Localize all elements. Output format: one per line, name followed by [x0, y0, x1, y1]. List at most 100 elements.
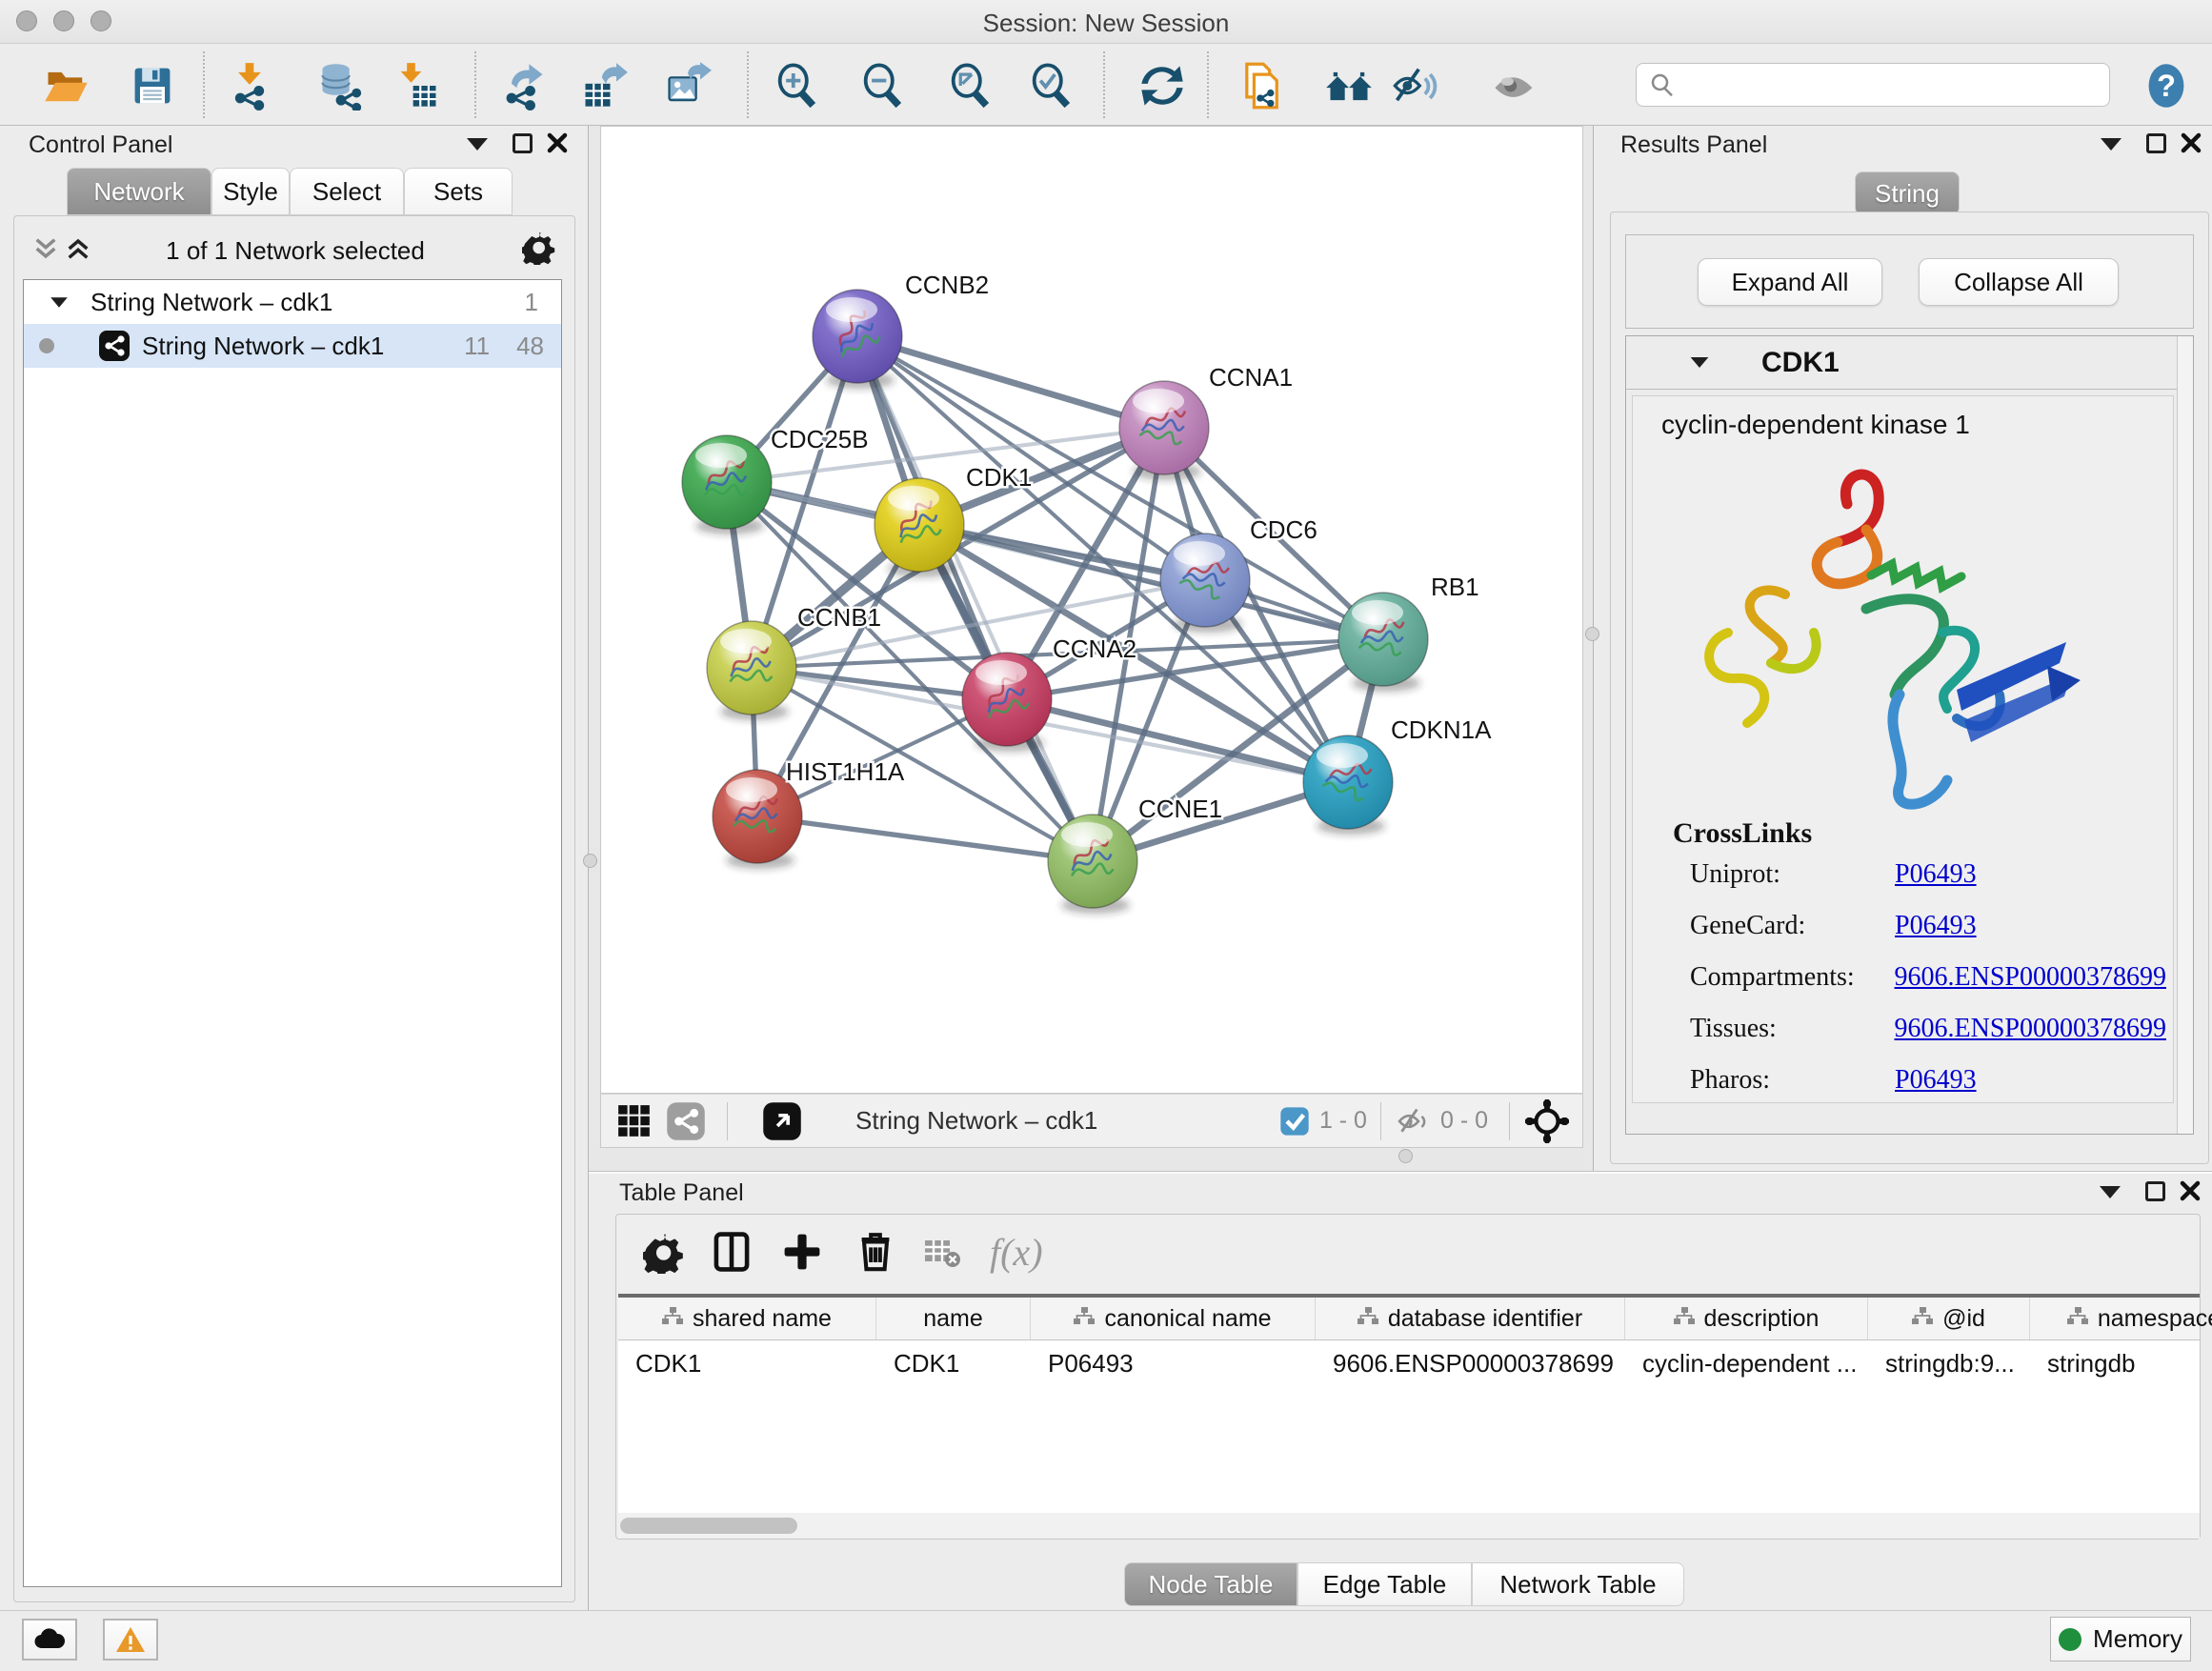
network-edge[interactable]: [757, 816, 1093, 861]
delete-table-icon[interactable]: [923, 1236, 961, 1270]
column-header-name[interactable]: name: [876, 1298, 1031, 1339]
column-header-description[interactable]: description: [1625, 1298, 1868, 1339]
left-divider-handle[interactable]: [583, 854, 597, 868]
crosslink-value-link[interactable]: P06493: [1895, 1065, 1977, 1096]
group-expander-icon[interactable]: [1691, 357, 1709, 368]
table-row[interactable]: CDK1CDK1P064939606.ENSP00000378699cyclin…: [618, 1340, 2200, 1386]
table-cell[interactable]: stringdb:9...: [1868, 1340, 2030, 1386]
group-header[interactable]: CDK1: [1626, 336, 2193, 390]
network-row-selected[interactable]: String Network – cdk1 11 48: [24, 324, 561, 368]
copy-network-icon[interactable]: [1237, 61, 1286, 111]
right-divider-handle[interactable]: [1585, 627, 1599, 641]
network-node-cdkn1a[interactable]: CDKN1A: [1303, 715, 1492, 829]
search-input[interactable]: [1677, 71, 2086, 98]
collapse-all-icon[interactable]: [30, 234, 61, 263]
export-table-icon[interactable]: [579, 61, 629, 111]
tab-string[interactable]: String: [1855, 171, 1960, 215]
network-node-ccne1[interactable]: CCNE1: [1048, 795, 1222, 908]
network-node-rb1[interactable]: RB1: [1338, 573, 1479, 686]
tab-network[interactable]: Network: [67, 168, 211, 215]
toolbar-separator: [747, 51, 749, 118]
crosslink-value-link[interactable]: P06493: [1895, 911, 1977, 941]
help-icon[interactable]: ?: [2142, 61, 2191, 111]
panel-close-icon[interactable]: [2180, 1180, 2201, 1201]
table-cell[interactable]: stringdb: [2030, 1340, 2212, 1386]
network-view-icon[interactable]: [666, 1101, 706, 1141]
table-cell[interactable]: CDK1: [876, 1340, 1031, 1386]
panel-menu-icon[interactable]: [2101, 138, 2122, 151]
hscroll-thumb[interactable]: [620, 1518, 797, 1534]
status-bar: Memory: [0, 1610, 2212, 1671]
fit-content-icon[interactable]: [1525, 1099, 1569, 1143]
crosslink-value-link[interactable]: 9606.ENSP00000378699: [1895, 1014, 2166, 1044]
warning-button[interactable]: [103, 1619, 158, 1661]
column-header-shared-name[interactable]: shared name: [618, 1298, 876, 1339]
results-scrollbar[interactable]: [2177, 336, 2193, 1134]
import-table-icon[interactable]: [392, 61, 442, 111]
bottom-divider-handle[interactable]: [1398, 1149, 1413, 1163]
panel-menu-icon[interactable]: [467, 138, 488, 151]
column-header-database-identifier[interactable]: database identifier: [1316, 1298, 1625, 1339]
network-node-hist1h1a[interactable]: HIST1H1A: [713, 757, 905, 863]
panel-float-icon[interactable]: [513, 133, 533, 153]
cloud-button[interactable]: [22, 1619, 77, 1661]
panel-menu-icon[interactable]: [2100, 1186, 2121, 1198]
network-node-ccnb1[interactable]: CCNB1: [707, 603, 881, 715]
table-cell[interactable]: P06493: [1031, 1340, 1316, 1386]
network-graph[interactable]: CCNB2CCNA1CDC25BCDK1CDC6RB1CCNB1CCNA2CDK…: [601, 127, 1582, 1093]
tab-sets[interactable]: Sets: [404, 168, 513, 215]
table-hscrollbar[interactable]: [618, 1513, 2200, 1539]
create-column-icon[interactable]: [780, 1230, 824, 1274]
tab-edge-table[interactable]: Edge Table: [1297, 1562, 1472, 1606]
tab-network-table[interactable]: Network Table: [1472, 1562, 1684, 1606]
detach-view-icon[interactable]: [762, 1101, 802, 1141]
table-cell[interactable]: cyclin-dependent ...: [1625, 1340, 1868, 1386]
birdseye-view-icon[interactable]: [1324, 61, 1374, 111]
table-cell[interactable]: 9606.ENSP00000378699: [1316, 1340, 1625, 1386]
selected-checkbox-icon[interactable]: [1279, 1106, 1310, 1137]
table-settings-icon[interactable]: [643, 1232, 685, 1274]
crosslink-value-link[interactable]: P06493: [1895, 859, 1977, 890]
hidden-eye-icon[interactable]: [1395, 1102, 1433, 1140]
panel-close-icon[interactable]: [2181, 132, 2202, 153]
zoom-selected-icon[interactable]: [1026, 61, 1076, 111]
zoom-fit-icon[interactable]: [945, 61, 995, 111]
column-header--id[interactable]: @id: [1868, 1298, 2030, 1339]
zoom-out-icon[interactable]: [857, 61, 907, 111]
panel-float-icon[interactable]: [2146, 133, 2166, 153]
zoom-in-icon[interactable]: [772, 61, 821, 111]
expand-all-icon[interactable]: [63, 234, 93, 263]
show-columns-icon[interactable]: [710, 1230, 754, 1274]
open-session-icon[interactable]: [42, 61, 91, 111]
export-network-icon[interactable]: [499, 61, 549, 111]
gear-icon[interactable]: [522, 231, 556, 265]
column-header-canonical-name[interactable]: canonical name: [1031, 1298, 1316, 1339]
show-all-icon[interactable]: [1490, 61, 1539, 111]
network-edge[interactable]: [857, 336, 1164, 428]
hide-selected-icon[interactable]: [1391, 61, 1440, 111]
export-image-icon[interactable]: [663, 61, 713, 111]
window-title: Session: New Session: [0, 9, 2212, 38]
tab-select[interactable]: Select: [290, 168, 404, 215]
function-builder-icon[interactable]: f(x): [990, 1230, 1043, 1275]
network-canvas[interactable]: CCNB2CCNA1CDC25BCDK1CDC6RB1CCNB1CCNA2CDK…: [600, 126, 1583, 1094]
expand-all-button[interactable]: Expand All: [1698, 258, 1882, 306]
memory-button[interactable]: Memory: [2050, 1617, 2191, 1661]
grid-view-icon[interactable]: [616, 1103, 653, 1139]
collapse-all-button[interactable]: Collapse All: [1919, 258, 2119, 306]
delete-column-icon[interactable]: [853, 1228, 898, 1274]
refresh-layout-icon[interactable]: [1137, 61, 1187, 111]
network-node-ccna1[interactable]: CCNA1: [1119, 363, 1293, 474]
tab-node-table[interactable]: Node Table: [1124, 1562, 1297, 1606]
table-cell[interactable]: CDK1: [618, 1340, 876, 1386]
tree-expander-icon[interactable]: [50, 297, 68, 307]
panel-float-icon[interactable]: [2145, 1181, 2165, 1201]
crosslink-value-link[interactable]: 9606.ENSP00000378699: [1895, 962, 2166, 993]
panel-close-icon[interactable]: [547, 132, 568, 153]
save-session-icon[interactable]: [128, 61, 177, 111]
column-header-namespace[interactable]: namespace: [2030, 1298, 2212, 1339]
tab-style[interactable]: Style: [211, 168, 290, 215]
network-collection-row[interactable]: String Network – cdk1 1: [24, 280, 561, 324]
import-network-file-icon[interactable]: [225, 61, 274, 111]
import-network-database-icon[interactable]: [316, 61, 366, 111]
